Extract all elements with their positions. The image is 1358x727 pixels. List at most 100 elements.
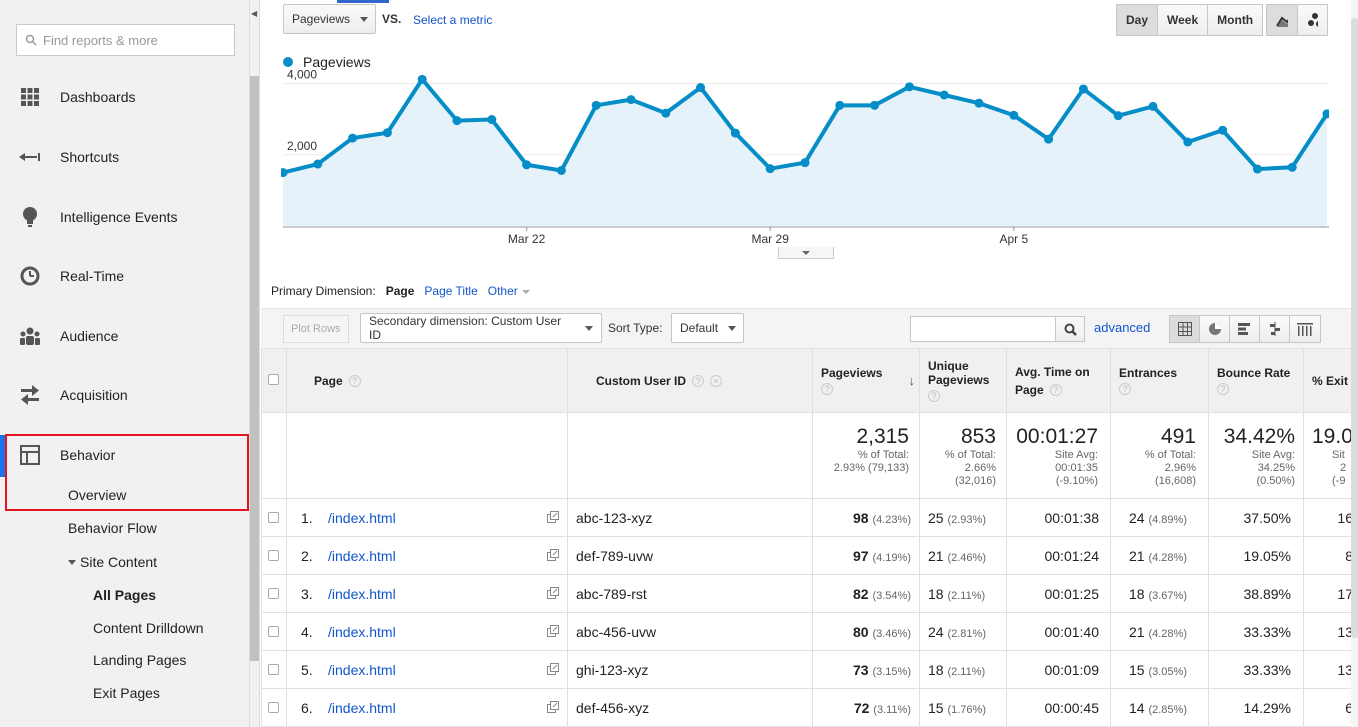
data-point[interactable] [730,128,740,138]
plot-rows-button[interactable]: Plot Rows [283,315,349,343]
scrollbar-thumb[interactable] [1351,18,1358,638]
page-link[interactable]: /index.html [328,662,396,678]
page-scrollbar[interactable] [1351,0,1358,727]
nav-all-pages[interactable]: All Pages [93,587,156,603]
week-button[interactable]: Week [1158,5,1209,35]
row-checkbox-cell[interactable] [261,536,287,575]
table-row[interactable]: 6./index.html def-456-xyz 72 (3.11%) 15 (1.… [261,688,1358,727]
data-point[interactable] [1009,110,1019,120]
data-point[interactable] [1183,137,1193,147]
checkbox[interactable] [268,373,279,385]
page-link[interactable]: /index.html [328,624,396,640]
checkbox[interactable] [268,701,279,713]
data-point[interactable] [1287,162,1297,172]
pie-view-icon[interactable] [1200,316,1230,342]
data-point[interactable] [800,158,810,168]
table-filter-input[interactable] [910,316,1056,342]
select-all-cell[interactable] [261,348,287,413]
scrollbar-thumb[interactable] [250,76,259,661]
data-point[interactable] [696,83,706,93]
month-button[interactable]: Month [1208,5,1262,35]
col-header-custom-user-id[interactable]: Custom User ID? × [567,348,813,413]
data-point[interactable] [591,100,601,110]
dimension-other[interactable]: Other [488,284,530,298]
row-checkbox-cell[interactable] [261,498,287,537]
nav-landing-pages[interactable]: Landing Pages [93,652,186,668]
data-point[interactable] [1044,134,1054,144]
data-point[interactable] [765,164,775,174]
external-link-icon[interactable] [547,548,559,564]
nav-exit-pages[interactable]: Exit Pages [93,685,160,701]
metric-select[interactable]: Pageviews [283,4,376,34]
external-link-icon[interactable] [547,624,559,640]
secondary-dimension-select[interactable]: Secondary dimension: Custom User ID [360,313,602,343]
col-header-exit[interactable]: % Exit [1303,348,1358,413]
data-point[interactable] [1148,101,1158,111]
page-link[interactable]: /index.html [328,586,396,602]
nav-audience[interactable]: Audience [0,316,250,356]
nav-intelligence-events[interactable]: Intelligence Events [0,197,250,237]
data-point[interactable] [626,95,636,105]
table-row[interactable]: 4./index.html abc-456-uvw 80 (3.46%) 24 (2.… [261,612,1358,651]
nav-behavior-flow[interactable]: Behavior Flow [68,520,157,536]
external-link-icon[interactable] [547,510,559,526]
external-link-icon[interactable] [547,662,559,678]
row-checkbox-cell[interactable] [261,688,287,727]
line-chart-icon[interactable] [1267,5,1298,35]
row-checkbox-cell[interactable] [261,574,287,613]
data-point[interactable] [1078,84,1088,94]
row-checkbox-cell[interactable] [261,612,287,651]
nav-shortcuts[interactable]: Shortcuts [0,137,250,177]
col-header-bounce-rate[interactable]: Bounce Rate? [1208,348,1304,413]
sort-type-select[interactable]: Default [671,313,744,343]
col-header-avg-time[interactable]: Avg. Time on Page? [1006,348,1111,413]
nav-acquisition[interactable]: Acquisition [0,375,250,415]
data-point[interactable] [487,115,497,125]
nav-real-time[interactable]: Real-Time [0,256,250,296]
row-checkbox-cell[interactable] [261,650,287,689]
sidebar-scrollbar[interactable]: ◀ [250,0,260,727]
data-point[interactable] [522,160,532,170]
collapse-arrow-icon[interactable]: ◀ [251,9,257,18]
data-point[interactable] [974,98,984,108]
table-row[interactable]: 1./index.html abc-123-xyz 98 (4.23%) 25 (2.… [261,498,1358,537]
data-point[interactable] [904,82,914,92]
data-point[interactable] [661,108,671,118]
page-link[interactable]: /index.html [328,548,396,564]
data-point[interactable] [348,133,358,143]
external-link-icon[interactable] [547,586,559,602]
checkbox[interactable] [268,663,279,675]
page-link[interactable]: /index.html [328,510,396,526]
motion-chart-icon[interactable] [1298,5,1327,35]
col-header-unique-pageviews[interactable]: Unique Pageviews? [919,348,1007,413]
comparison-view-icon[interactable] [1260,316,1290,342]
help-icon[interactable]: ? [821,383,833,395]
col-header-pageviews[interactable]: Pageviews? ↓ [812,348,920,413]
help-icon[interactable]: ? [928,390,940,402]
report-search-input[interactable]: Find reports & more [16,24,235,56]
page-link[interactable]: /index.html [328,700,396,716]
help-icon[interactable]: ? [1119,383,1131,395]
data-point[interactable] [417,74,427,84]
data-point[interactable] [452,116,462,126]
pivot-view-icon[interactable] [1290,316,1320,342]
data-point[interactable] [1252,164,1262,174]
nav-dashboards[interactable]: Dashboards [0,77,250,117]
help-icon[interactable]: ? [1049,384,1062,397]
pageviews-chart[interactable]: 4,000 2,000 Mar 22 Mar 29 Apr 5 [281,48,1329,263]
nav-content-drilldown[interactable]: Content Drilldown [93,620,204,636]
help-icon[interactable]: ? [1217,383,1229,395]
chart-resize-handle[interactable] [778,247,834,259]
data-point[interactable] [382,128,392,138]
col-header-page[interactable]: Page? [286,348,568,413]
external-link-icon[interactable] [547,700,559,716]
dimension-page-title[interactable]: Page Title [424,284,477,298]
data-point[interactable] [870,100,880,110]
advanced-filter-link[interactable]: advanced [1094,320,1150,335]
remove-dimension-icon[interactable]: × [710,375,723,388]
table-row[interactable]: 3./index.html abc-789-rst 82 (3.54%) 18 (2.… [261,574,1358,613]
day-button[interactable]: Day [1117,5,1159,35]
dimension-page[interactable]: Page [386,284,415,298]
data-point[interactable] [1113,111,1123,121]
nav-site-content[interactable]: Site Content [68,554,157,570]
